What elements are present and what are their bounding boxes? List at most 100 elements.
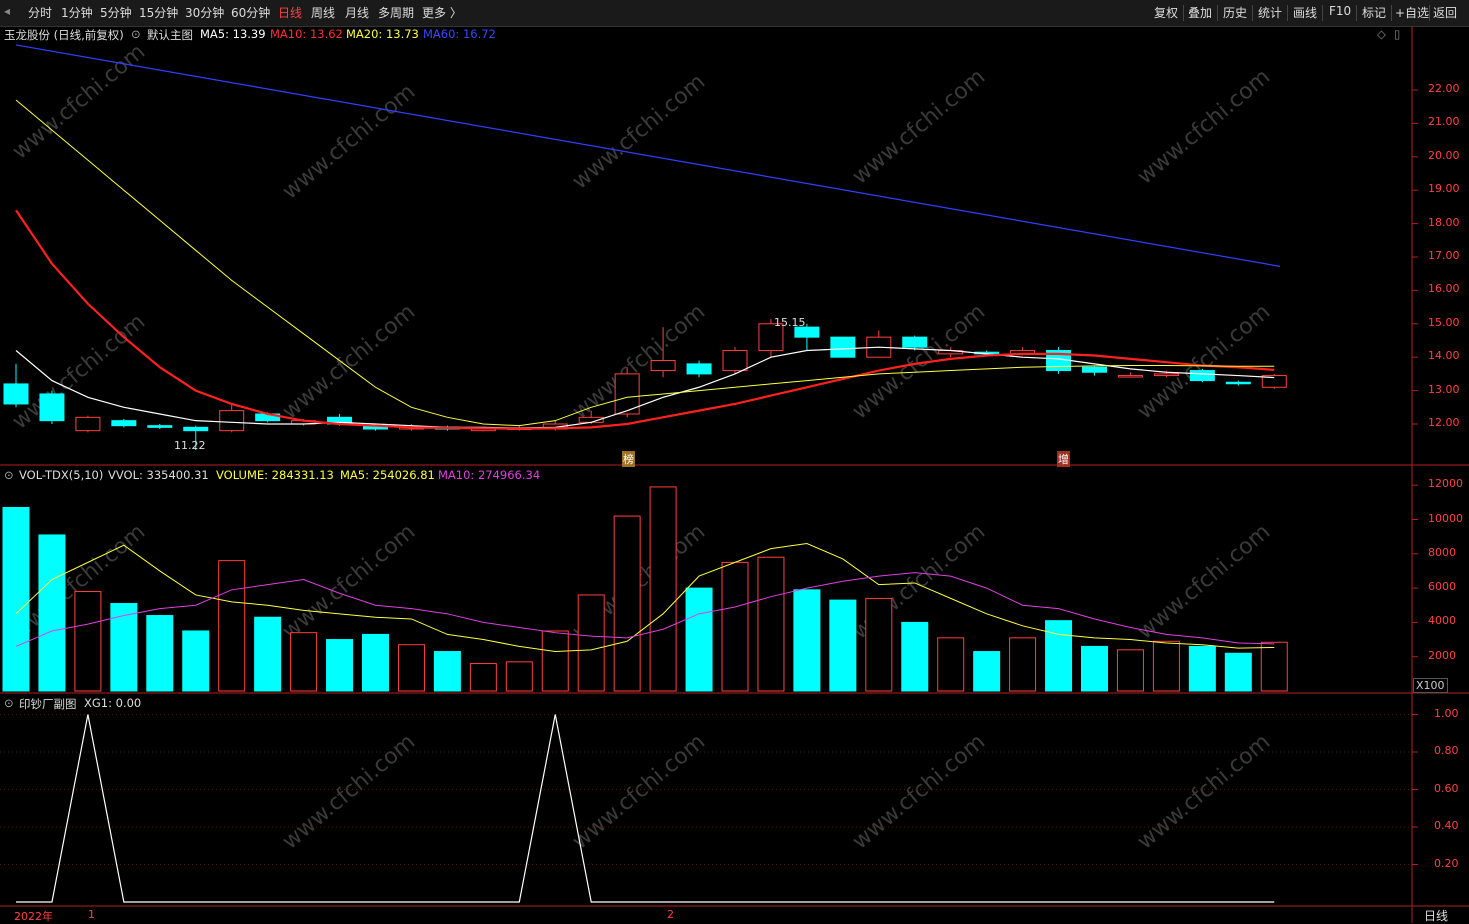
period-indicator[interactable]: 日线 xyxy=(1424,907,1448,924)
volume-bar xyxy=(326,639,354,692)
stock-title[interactable]: 玉龙股份 (日线,前复权) xyxy=(4,27,124,43)
vol-ma10-label: MA10: 274966.34 xyxy=(438,468,541,482)
vol-dropdown-icon[interactable]: ⊙ xyxy=(4,468,14,482)
high-price-label: 15.15 xyxy=(774,316,806,329)
xg1-line xyxy=(16,714,1275,903)
volume-bar xyxy=(290,632,318,692)
price-tick-label: 22.00 xyxy=(1428,82,1460,95)
volume-bar xyxy=(254,616,282,692)
volume-bar xyxy=(793,589,821,692)
volume-bar xyxy=(1224,652,1252,692)
sub-tick-label: 1.00 xyxy=(1434,706,1459,720)
ma20-label: MA20: 13.73 xyxy=(346,27,419,41)
watermark-text: www.cfchi.com xyxy=(848,299,990,424)
sub-tick-label: 0.60 xyxy=(1434,781,1459,795)
window-icon[interactable]: ▯ xyxy=(1394,27,1400,41)
vol-ma5-label: MA5: 254026.81 xyxy=(340,468,435,482)
price-tick-label: 12.00 xyxy=(1428,416,1460,429)
watermark-text: www.cfchi.com xyxy=(568,69,710,194)
kline-chart[interactable]: www.cfchi.com www.cfchi.com www.cfchi.com w… xyxy=(0,0,1469,923)
vol-unit-label: X100 xyxy=(1413,678,1448,693)
volume-bar xyxy=(757,556,785,692)
increase-marker[interactable]: 增 xyxy=(1057,451,1070,467)
price-tick-label: 21.00 xyxy=(1428,115,1460,129)
volume-bar xyxy=(182,630,210,692)
volume-bar xyxy=(2,506,30,692)
low-price-label: 11.22 xyxy=(174,439,206,452)
volume-bar xyxy=(397,644,425,692)
price-tick-label: 19.00 xyxy=(1428,182,1460,196)
candle-body xyxy=(3,383,29,405)
watermark-text: www.cfchi.com xyxy=(568,729,710,854)
candle-body xyxy=(722,350,748,372)
ranking-marker[interactable]: 榜 xyxy=(622,451,635,467)
price-tick-label: 18.00 xyxy=(1428,215,1460,229)
volume-bar xyxy=(685,587,713,692)
candlesticks xyxy=(3,318,1287,451)
volume-tick-label: 12000 xyxy=(1428,477,1463,491)
price-tick-label: 14.00 xyxy=(1428,349,1460,363)
volume-bar xyxy=(541,630,569,692)
candle-body xyxy=(183,426,209,432)
price-tick-label: 16.00 xyxy=(1428,282,1460,296)
watermark-text: www.cfchi.com xyxy=(278,79,420,204)
volume-bar xyxy=(110,603,138,692)
ma60-line xyxy=(15,44,1281,267)
xg1-label: XG1: 0.00 xyxy=(84,696,142,710)
volume-bar xyxy=(577,594,605,692)
volume-bar xyxy=(649,486,677,692)
volume-bar xyxy=(1081,645,1108,692)
price-tick-label: 20.00 xyxy=(1428,148,1460,162)
vol-title[interactable]: VOL-TDX(5,10) xyxy=(19,468,103,482)
price-tick-label: 17.00 xyxy=(1428,249,1460,262)
candle-body xyxy=(1153,373,1179,377)
watermark-text: www.cfchi.com xyxy=(1133,519,1275,644)
price-tick-label: 13.00 xyxy=(1428,382,1460,396)
volume-tick-label: 8000 xyxy=(1428,545,1456,559)
candle-body xyxy=(902,336,928,348)
x-axis-month-1: 1 xyxy=(88,908,95,921)
sub-title[interactable]: 印钞厂副图 xyxy=(19,696,77,712)
candle-body xyxy=(111,420,137,427)
template-name[interactable]: 默认主图 xyxy=(147,27,193,43)
candle-body xyxy=(1189,370,1215,382)
volume-tick-label: 4000 xyxy=(1428,614,1456,628)
watermark-text: www.cfchi.com xyxy=(278,729,420,854)
ma60-label: MA60: 16.72 xyxy=(423,27,496,41)
candle-body xyxy=(147,425,173,428)
volume-bar xyxy=(74,591,102,692)
volume-bar xyxy=(1045,620,1073,692)
volume-bar xyxy=(362,633,389,692)
volume-bar xyxy=(1260,641,1288,692)
template-dropdown-icon[interactable]: ⊙ xyxy=(131,27,141,41)
sub-tick-label: 0.20 xyxy=(1434,856,1459,870)
x-axis-year: 2022年 xyxy=(14,910,53,923)
candle-body xyxy=(650,360,676,372)
diamond-icon[interactable]: ◇ xyxy=(1377,27,1386,41)
candle-body xyxy=(75,416,101,432)
volume-bar xyxy=(469,663,497,692)
candle-body xyxy=(1082,366,1107,373)
volume-bar xyxy=(38,534,66,692)
candle-body xyxy=(1225,381,1251,385)
volume-tick-label: 6000 xyxy=(1428,580,1456,594)
sub-dropdown-icon[interactable]: ⊙ xyxy=(4,696,14,710)
candle-body xyxy=(219,410,245,432)
watermark-text: www.cfchi.com xyxy=(8,39,150,164)
volume-bar xyxy=(973,651,1001,692)
candle-body xyxy=(686,363,712,375)
watermark-text: www.cfchi.com xyxy=(278,299,420,424)
volume-bar xyxy=(1152,640,1180,692)
volume-bar xyxy=(218,560,246,692)
volume-tick-label: 10000 xyxy=(1428,511,1463,525)
volume-bar xyxy=(613,515,641,692)
watermark-text: www.cfchi.com xyxy=(8,309,150,434)
volume-label: VOLUME: 284331.13 xyxy=(216,468,334,482)
volume-bar xyxy=(937,637,965,692)
watermark-text: www.cfchi.com xyxy=(1133,729,1275,854)
volume-bar xyxy=(1116,649,1144,692)
volume-tick-label: 2000 xyxy=(1428,648,1456,662)
volume-bar xyxy=(1009,637,1037,692)
vvol-label: VVOL: 335400.31 xyxy=(108,468,209,482)
watermark-text: www.cfchi.com xyxy=(278,519,420,644)
